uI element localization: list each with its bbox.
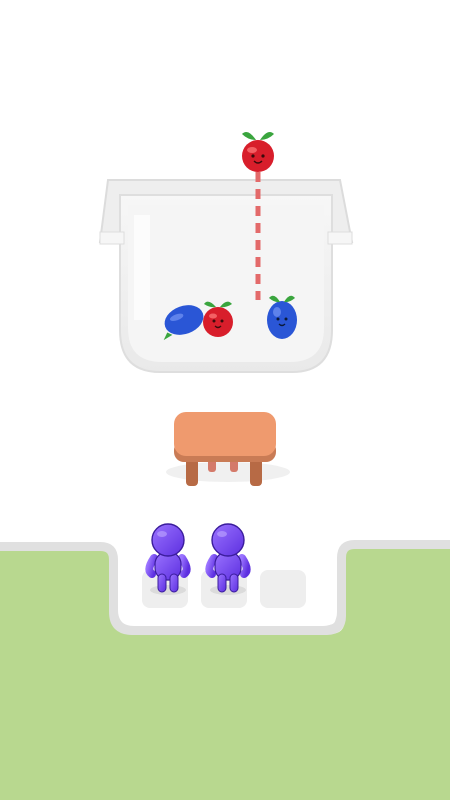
game-canvas (0, 132, 450, 800)
queue-slot (260, 570, 306, 608)
game-scene (0, 0, 450, 800)
red-fruit-icon[interactable] (242, 132, 274, 172)
fruit-container (98, 179, 354, 373)
serving-table[interactable] (166, 412, 290, 486)
